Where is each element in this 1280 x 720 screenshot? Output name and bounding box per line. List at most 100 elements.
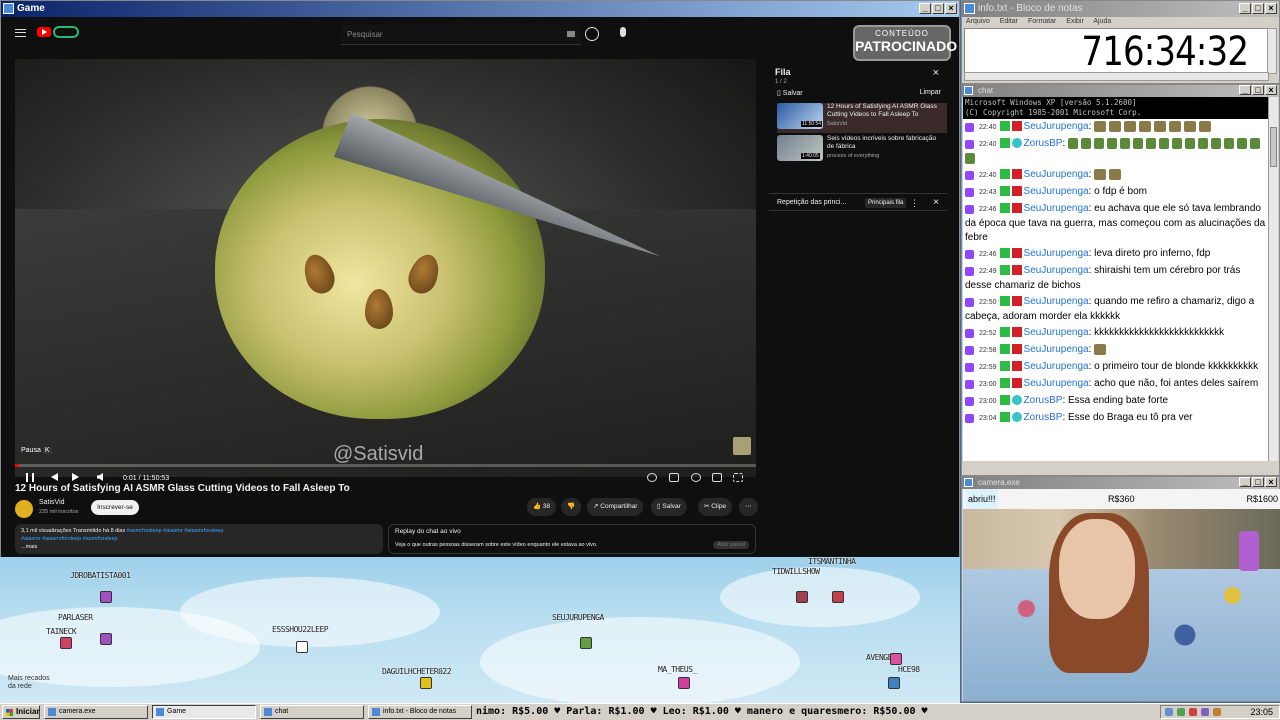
game-window-titlebar[interactable]: Game _ □ ×	[1, 1, 959, 17]
microphone-icon[interactable]	[620, 27, 626, 37]
close-button[interactable]: ×	[945, 3, 957, 14]
previous-icon[interactable]	[51, 473, 58, 481]
menu-file[interactable]: Arquivo	[966, 18, 990, 25]
minimize-button[interactable]: _	[919, 3, 931, 14]
subscribe-button[interactable]: Inscrever-se	[91, 500, 139, 515]
taskbar-game[interactable]: Game	[152, 705, 256, 719]
pause-icon[interactable]	[26, 473, 34, 482]
taskbar-camera[interactable]: camera.exe	[44, 705, 148, 719]
share-button[interactable]: ↗ Compartilhar	[587, 498, 644, 516]
message-user[interactable]: SeuJurupenga	[1024, 203, 1089, 214]
replay-dropdown[interactable]: Repetição das princi...	[777, 199, 846, 206]
search-icon[interactable]	[585, 27, 599, 41]
message-user[interactable]: SeuJurupenga	[1024, 186, 1089, 197]
twitch-icon	[965, 267, 974, 276]
channel-avatar[interactable]	[15, 500, 33, 518]
maximize-button[interactable]: □	[932, 3, 944, 14]
message-user[interactable]: SeuJurupenga	[1024, 378, 1089, 389]
badge-icon	[1011, 296, 1022, 307]
video-player[interactable]: @Satisvid	[15, 59, 756, 477]
message-user[interactable]: ZorusBP	[1024, 138, 1063, 149]
more-actions-icon[interactable]: ⋯	[739, 498, 758, 516]
message-user[interactable]: SeuJurupenga	[1024, 344, 1089, 355]
notepad-text-area[interactable]: 716:34:32	[964, 28, 1269, 75]
player-avatar	[678, 677, 690, 689]
close-button[interactable]: ×	[1265, 3, 1277, 14]
message-user[interactable]: SeuJurupenga	[1024, 327, 1089, 338]
queue-item[interactable]: 1:40:05 Seis vídeos incríveis sobre fabr…	[777, 135, 947, 165]
dislike-button[interactable]: 👎	[561, 498, 582, 516]
record-tray-icon[interactable]	[1213, 708, 1221, 716]
youtube-doodle-icon[interactable]	[53, 26, 79, 38]
description-box[interactable]: 3,1 mil visualizações Transmitido há 8 d…	[15, 524, 383, 554]
network-tray-icon[interactable]	[1177, 708, 1185, 716]
message-user[interactable]: SeuJurupenga	[1024, 121, 1089, 132]
message-user[interactable]: SeuJurupenga	[1024, 265, 1089, 276]
queue-save-label: Salvar	[782, 90, 803, 97]
queue-close-icon[interactable]: ×	[933, 67, 939, 79]
settings-icon[interactable]	[691, 473, 701, 482]
horizontal-scrollbar[interactable]	[964, 72, 1269, 81]
camera-titlebar[interactable]: camera.exe _ □ ×	[962, 477, 1279, 489]
minimize-button[interactable]: _	[1239, 477, 1251, 487]
menu-format[interactable]: Formatar	[1028, 18, 1056, 25]
app-tray-icon[interactable]	[1201, 708, 1209, 716]
taskbar-chat[interactable]: chat	[260, 705, 364, 719]
message-user[interactable]: SeuJurupenga	[1024, 296, 1089, 307]
message-user[interactable]: SeuJurupenga	[1024, 248, 1089, 259]
game-window: Game _ □ × Pesquisar CONTEÚDO PATROCINAD…	[0, 0, 960, 560]
maximize-button[interactable]: □	[1252, 477, 1264, 487]
menu-view[interactable]: Exibir	[1066, 18, 1084, 25]
next-icon[interactable]	[72, 473, 79, 481]
autoplay-toggle-icon[interactable]	[647, 473, 657, 482]
open-panel-button[interactable]: Abrir painel	[713, 541, 749, 549]
queue-item[interactable]: 11:50:54 12 Hours of Satisfying AI ASMR …	[777, 103, 947, 133]
message-user[interactable]: ZorusBP	[1024, 412, 1063, 423]
cmd-line-1: Microsoft Windows XP [versão 5.1.2600]	[965, 98, 1137, 107]
vertical-scrollbar[interactable]	[1267, 28, 1277, 74]
shield-tray-icon[interactable]	[1189, 708, 1197, 716]
start-button[interactable]: Iniciar	[2, 705, 40, 719]
close-chat-icon[interactable]: ×	[933, 194, 939, 212]
channel-name[interactable]: SatisVid	[39, 499, 65, 506]
save-button[interactable]: ▯ Salvar	[651, 498, 687, 516]
message-user[interactable]: SeuJurupenga	[1024, 169, 1089, 180]
more-options-icon[interactable]: ⋮	[910, 194, 919, 212]
channel-watermark-icon[interactable]	[733, 437, 751, 455]
menu-edit[interactable]: Editar	[1000, 18, 1018, 25]
subtitles-icon[interactable]	[669, 473, 679, 482]
like-button[interactable]: 👍 38	[527, 498, 557, 516]
keyboard-icon[interactable]	[567, 31, 575, 37]
taskbar-notepad[interactable]: info.txt - Bloco de notas	[368, 705, 472, 719]
youtube-logo-icon[interactable]	[37, 27, 51, 37]
emote-icon	[1154, 120, 1167, 132]
description-tags-2[interactable]: #aiasmr #aiasmrforsleep #asmrforsleep	[21, 535, 377, 543]
miniplayer-icon[interactable]	[712, 473, 722, 482]
volume-tray-icon[interactable]	[1165, 708, 1173, 716]
principal-chip[interactable]: Principais fila	[865, 198, 907, 208]
maximize-button[interactable]: □	[1252, 3, 1264, 14]
chat-log[interactable]: Microsoft Windows XP [versão 5.1.2600] (…	[963, 97, 1268, 461]
queue-save-button[interactable]: ▯ Salvar	[777, 89, 803, 97]
chat-titlebar[interactable]: chat _ □ ×	[962, 85, 1279, 97]
description-tags[interactable]: #asmrforsleep #aiasmr #aiasmrforsleep	[127, 528, 224, 534]
close-button[interactable]: ×	[1265, 85, 1277, 95]
menu-help[interactable]: Ajuda	[1093, 18, 1111, 25]
minimize-button[interactable]: _	[1239, 3, 1251, 14]
message-user[interactable]: SeuJurupenga	[1024, 361, 1089, 372]
message-user[interactable]: ZorusBP	[1024, 395, 1063, 406]
scroll-thumb[interactable]	[1270, 127, 1277, 167]
fullscreen-icon[interactable]	[733, 473, 743, 482]
search-input[interactable]: Pesquisar	[341, 25, 581, 45]
notepad-titlebar[interactable]: info.txt - Bloco de notas _ □ ×	[962, 1, 1279, 17]
close-button[interactable]: ×	[1265, 477, 1277, 487]
description-more[interactable]: ...mais	[21, 543, 377, 551]
chat-scrollbar[interactable]	[1268, 97, 1278, 461]
minimize-button[interactable]: _	[1239, 85, 1251, 95]
queue-clear-button[interactable]: Limpar	[920, 89, 941, 96]
video-progress-bar[interactable]	[15, 464, 756, 467]
menu-icon[interactable]	[15, 29, 26, 37]
message-text: Essa ending bate forte	[1068, 395, 1169, 406]
maximize-button[interactable]: □	[1252, 85, 1264, 95]
clip-button[interactable]: ✂ Clipe	[698, 498, 733, 516]
